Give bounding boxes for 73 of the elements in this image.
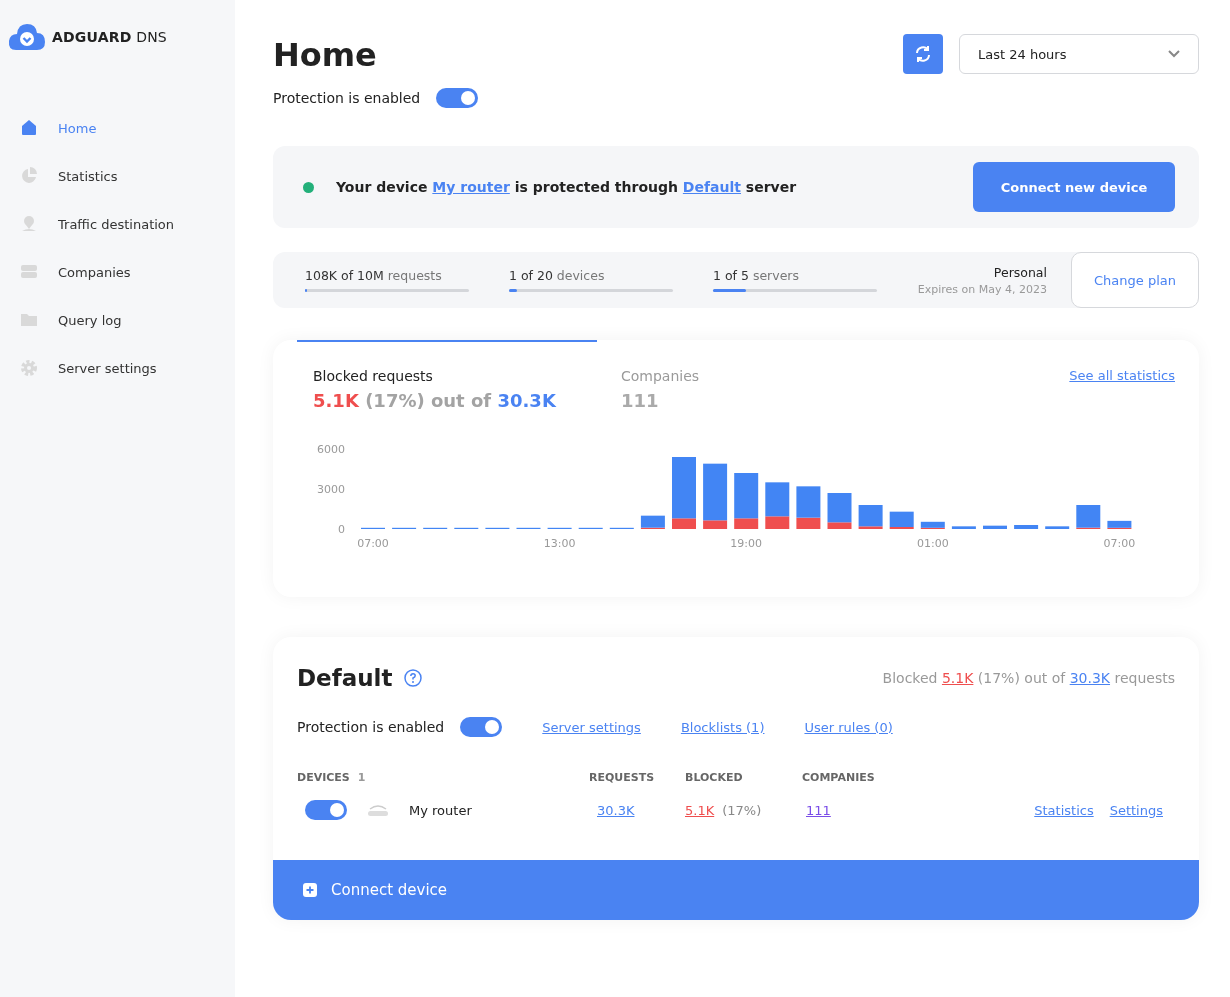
- connect-device-button[interactable]: Connect device: [273, 860, 1199, 920]
- help-icon[interactable]: [404, 669, 423, 687]
- plus-icon: [303, 883, 317, 897]
- refresh-button[interactable]: [903, 34, 943, 74]
- server-link[interactable]: Default: [682, 179, 741, 195]
- device-action-link[interactable]: Settings: [1109, 802, 1163, 818]
- column-header: BLOCKED: [685, 771, 744, 784]
- pie-chart-icon: [20, 167, 38, 185]
- axis-label: 6000: [317, 443, 345, 456]
- column-header: COMPANIES: [802, 771, 876, 784]
- see-all-statistics-link[interactable]: See all statistics: [1069, 368, 1175, 383]
- page-title: Home: [273, 36, 378, 74]
- companies-link[interactable]: 111: [806, 802, 831, 818]
- plan-expiry: Expires on May 4, 2023: [917, 282, 1047, 296]
- device-count: 1: [357, 771, 366, 784]
- protection-label: Protection is enabled: [273, 90, 421, 106]
- requests-link[interactable]: 30.3K: [597, 802, 635, 818]
- brand-name: ADGUARD DNS: [52, 29, 167, 45]
- toggle-switch[interactable]: [436, 88, 479, 108]
- folder-icon: [20, 311, 38, 329]
- server-link[interactable]: Blocklists (1): [680, 719, 765, 735]
- home-icon: [20, 119, 38, 137]
- settings-icon: [20, 359, 38, 377]
- chart-bar: [983, 525, 1007, 529]
- period-dropdown[interactable]: Last 24 hours: [959, 34, 1199, 74]
- sidebar-item[interactable]: Traffic destination: [8, 200, 235, 248]
- stats-tab[interactable]: Companies 111: [597, 340, 1070, 411]
- sidebar-item[interactable]: Statistics: [8, 152, 235, 200]
- stats-tab[interactable]: Blocked requests 5.1K (17%) out of 30.3K: [297, 340, 597, 411]
- chevron-down-icon: [1168, 50, 1180, 58]
- usage-label: 1 of 5 servers: [713, 268, 800, 283]
- protection-label: Protection is enabled: [297, 719, 445, 735]
- sidebar-item[interactable]: Query log: [8, 296, 235, 344]
- chart-bar: [1045, 526, 1070, 529]
- status-dot-icon: [303, 181, 314, 193]
- plan-name: Personal: [992, 264, 1047, 280]
- connect-new-device-button[interactable]: Connect new device: [973, 162, 1175, 212]
- blocked-link[interactable]: 5.1K: [941, 670, 974, 686]
- axis-label: 01:00: [916, 537, 949, 549]
- column-header: DEVICES: [297, 771, 350, 784]
- blocked-link[interactable]: 5.1K: [685, 802, 715, 818]
- refresh-icon: [914, 45, 932, 63]
- sidebar-item[interactable]: Companies: [8, 248, 235, 296]
- cloud-logo-icon: [8, 22, 46, 52]
- server-link[interactable]: Server settings: [542, 719, 641, 735]
- toggle-switch[interactable]: [460, 717, 503, 737]
- device-link[interactable]: My router: [432, 179, 510, 195]
- usage-label: 108K of 10M requests: [305, 268, 443, 283]
- axis-label: 3000: [317, 483, 345, 496]
- server-summary: Blocked 5.1K (17%) out of 30.3K requests: [882, 670, 1175, 686]
- server-link[interactable]: User rules (0): [804, 719, 893, 735]
- server-title: Default: [297, 665, 393, 691]
- chart-bar: [951, 526, 976, 529]
- device-name: My router: [409, 802, 472, 818]
- column-header: REQUESTS: [589, 771, 656, 784]
- protection-status-text: Your device My router is protected through Default server: [336, 179, 797, 195]
- change-plan-button[interactable]: Change plan: [1071, 252, 1199, 308]
- axis-label: 0: [338, 523, 345, 536]
- blocked-percent: (17%): [722, 802, 762, 818]
- chart-bar: [1014, 525, 1039, 529]
- device-action-link[interactable]: Statistics: [1034, 802, 1094, 818]
- card-icon: [20, 263, 38, 281]
- sidebar-item[interactable]: Server settings: [8, 344, 235, 392]
- router-icon: [367, 804, 389, 816]
- axis-label: 19:00: [730, 537, 763, 549]
- total-link[interactable]: 30.3K: [1069, 670, 1111, 686]
- toggle-switch[interactable]: [305, 800, 347, 820]
- usage-label: 1 of 20 devices: [509, 268, 606, 283]
- axis-label: 13:00: [543, 537, 576, 549]
- axis-label: 07:00: [357, 537, 389, 549]
- axis-label: 07:00: [1103, 537, 1136, 549]
- sidebar-item[interactable]: Home: [8, 104, 235, 152]
- location-pin-icon: [20, 215, 38, 233]
